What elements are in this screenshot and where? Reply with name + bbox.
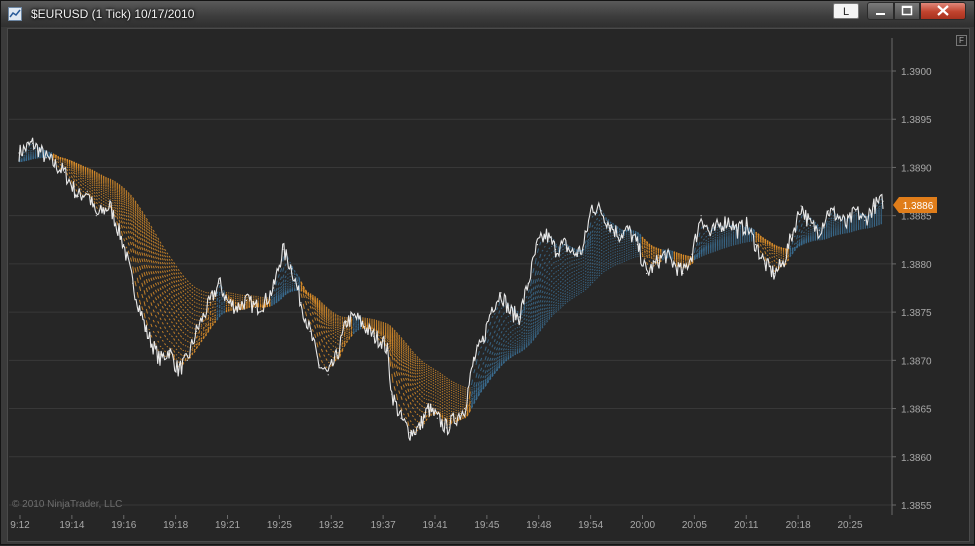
chart-app-icon [8, 7, 22, 21]
maximize-icon [895, 3, 919, 19]
close-icon [921, 3, 965, 19]
chart-window: $EURUSD (1 Tick) 10/17/2010 L 1.390 [0, 0, 975, 545]
close-button[interactable] [920, 2, 966, 20]
maximize-button[interactable] [894, 2, 920, 20]
minimize-icon [868, 3, 893, 19]
window-title: $EURUSD (1 Tick) 10/17/2010 [29, 6, 200, 23]
link-button[interactable]: L [833, 3, 859, 19]
chart-panel[interactable] [7, 28, 970, 542]
title-bar[interactable]: $EURUSD (1 Tick) 10/17/2010 L [1, 1, 974, 27]
minimize-button[interactable] [867, 2, 894, 20]
